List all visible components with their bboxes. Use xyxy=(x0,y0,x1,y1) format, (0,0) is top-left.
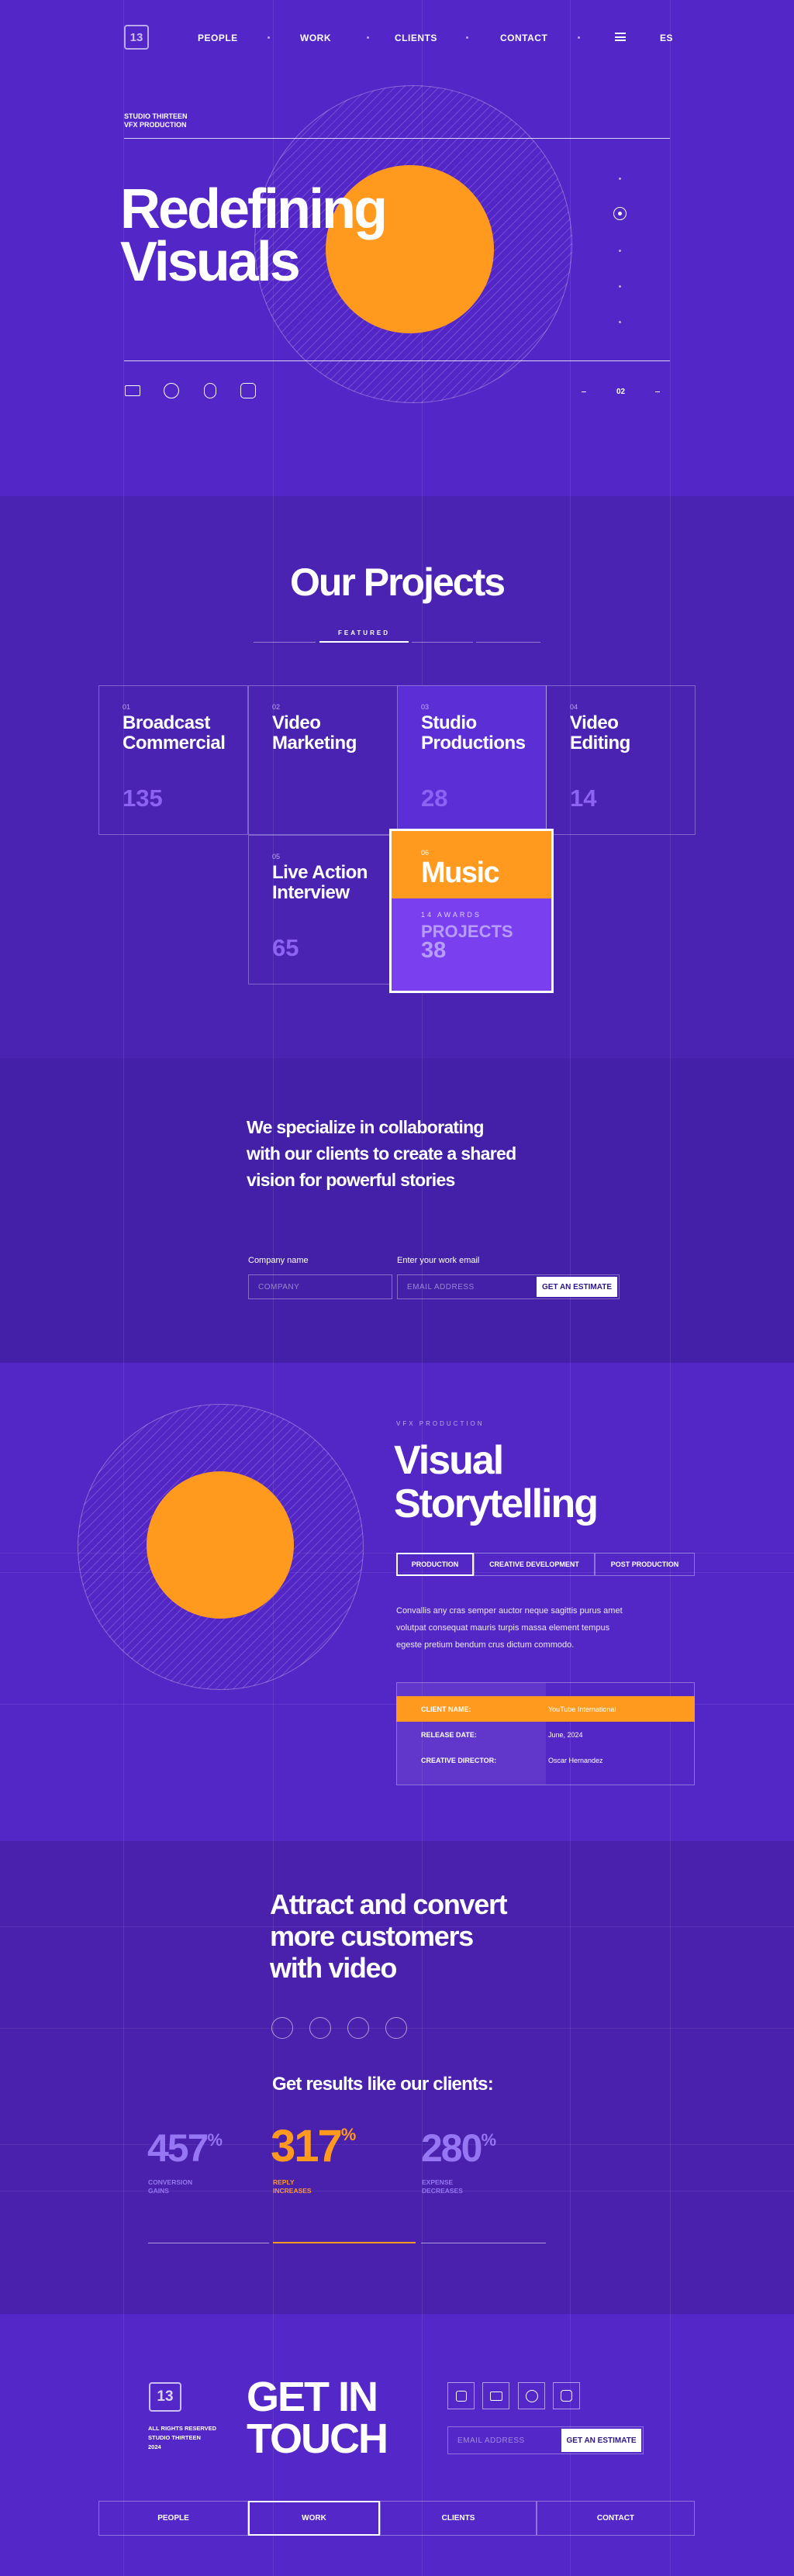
featured-tab[interactable]: FEATURED xyxy=(319,629,409,643)
table-row: RELEASE DATE: June, 2024 xyxy=(421,1730,583,1739)
get-in-touch-heading: GET IN TOUCH xyxy=(247,2374,388,2462)
tab-production[interactable]: PRODUCTION xyxy=(396,1553,474,1576)
project-card-broadcast[interactable]: 01 Broadcast Commercial 135 xyxy=(98,685,248,835)
results-title: Attract and convert more customers with vi… xyxy=(270,1888,508,1984)
pager-prev-dash[interactable] xyxy=(582,391,586,392)
story-body: Convallis any cras semper auctor neque s… xyxy=(396,1606,623,1650)
smile-icon[interactable] xyxy=(162,381,181,400)
stat-label: EXPENSE DECREASES xyxy=(422,2178,463,2195)
camera-icon[interactable] xyxy=(239,381,257,400)
hero-bottom-rule xyxy=(124,360,670,361)
social-basketball-icon[interactable] xyxy=(518,2382,545,2409)
tab-post-production[interactable]: POST PRODUCTION xyxy=(595,1553,695,1576)
footer-nav-people[interactable]: PEOPLE xyxy=(98,2501,248,2536)
studio-line-1: STUDIO THIRTEEN xyxy=(124,112,188,120)
stat-value: 457% xyxy=(147,2126,223,2170)
footer-nav-work[interactable]: WORK xyxy=(248,2501,380,2536)
menu-icon[interactable] xyxy=(615,33,626,41)
nav-clients[interactable]: CLIENTS xyxy=(395,33,437,43)
results-subtitle: Get results like our clients: xyxy=(272,2074,494,2095)
work-email-label: Enter your work email xyxy=(397,1256,480,1265)
tab-creative-development[interactable]: CREATIVE DEVELOPMENT xyxy=(474,1553,595,1576)
company-input[interactable]: COMPANY xyxy=(248,1274,392,1299)
estimate-button[interactable]: GET AN ESTIMATE xyxy=(537,1277,617,1297)
project-card-live-action[interactable]: 05 Live Action Interview 65 xyxy=(248,835,398,985)
project-card-video-marketing[interactable]: 02 Video Marketing xyxy=(248,685,398,835)
collab-section xyxy=(0,1058,794,1363)
logo[interactable]: 13 xyxy=(124,25,149,50)
pager-number: 02 xyxy=(616,388,626,396)
scroll-indicator-active[interactable] xyxy=(613,207,627,220)
nav-work[interactable]: WORK xyxy=(300,33,331,43)
monitor-icon[interactable] xyxy=(123,381,142,400)
footer-nav-contact[interactable]: CONTACT xyxy=(537,2501,695,2536)
social-tv-icon[interactable] xyxy=(482,2382,509,2409)
project-card-studio-productions[interactable]: 03 Studio Productions 28 xyxy=(397,685,547,835)
project-card-video-editing[interactable]: 04 Video Editing 14 xyxy=(546,685,696,835)
stat-progress-active xyxy=(273,2242,416,2243)
tag-icon[interactable] xyxy=(201,381,219,400)
nav-contact[interactable]: CONTACT xyxy=(500,33,547,43)
nav-people[interactable]: PEOPLE xyxy=(198,33,238,43)
footer-estimate-button[interactable]: GET AN ESTIMATE xyxy=(561,2429,641,2452)
stat-value: 317% xyxy=(271,2121,357,2171)
table-row: CLIENT NAME: YouTube International xyxy=(396,1696,695,1722)
story-eyebrow: VFX PRODUCTION xyxy=(396,1420,485,1427)
social-square-icon[interactable] xyxy=(447,2382,475,2409)
carousel-dot[interactable] xyxy=(271,2017,293,2039)
stat-value: 280% xyxy=(421,2126,496,2170)
footer-logo[interactable]: 13 xyxy=(149,2382,181,2412)
hero-title-line-1: Redefining xyxy=(120,178,388,240)
carousel-dot[interactable] xyxy=(385,2017,407,2039)
social-instagram-icon[interactable] xyxy=(553,2382,580,2409)
company-label: Company name xyxy=(248,1256,309,1265)
project-card-music-featured[interactable]: 06 Music 14 AWARDS PROJECTS 38 xyxy=(389,829,554,993)
hero-title-line-2: Visuals xyxy=(120,231,301,293)
footer-nav-clients[interactable]: CLIENTS xyxy=(380,2501,537,2536)
story-title: Visual Storytelling xyxy=(394,1438,599,1526)
collab-text: We specialize in collaborating with our c… xyxy=(247,1117,516,1190)
story-orange-sun xyxy=(147,1471,294,1619)
carousel-dot[interactable] xyxy=(309,2017,331,2039)
table-row: CREATIVE DIRECTOR: Oscar Hernandez xyxy=(421,1756,603,1764)
studio-line-2: VFX PRODUCTION xyxy=(124,121,187,129)
stat-label: REPLY INCREASES xyxy=(273,2178,312,2195)
language-switch[interactable]: ES xyxy=(660,33,673,43)
footer-rights: ALL RIGHTS RESERVED STUDIO THIRTEEN 2024 xyxy=(148,2425,217,2450)
footer-section xyxy=(0,2314,794,2576)
projects-heading: Our Projects xyxy=(289,560,506,604)
pager-next-dash[interactable] xyxy=(655,391,660,392)
carousel-dot[interactable] xyxy=(347,2017,369,2039)
hero-section xyxy=(0,0,794,496)
stat-label: CONVERSION GAINS xyxy=(148,2178,193,2195)
hero-top-rule xyxy=(124,138,670,139)
